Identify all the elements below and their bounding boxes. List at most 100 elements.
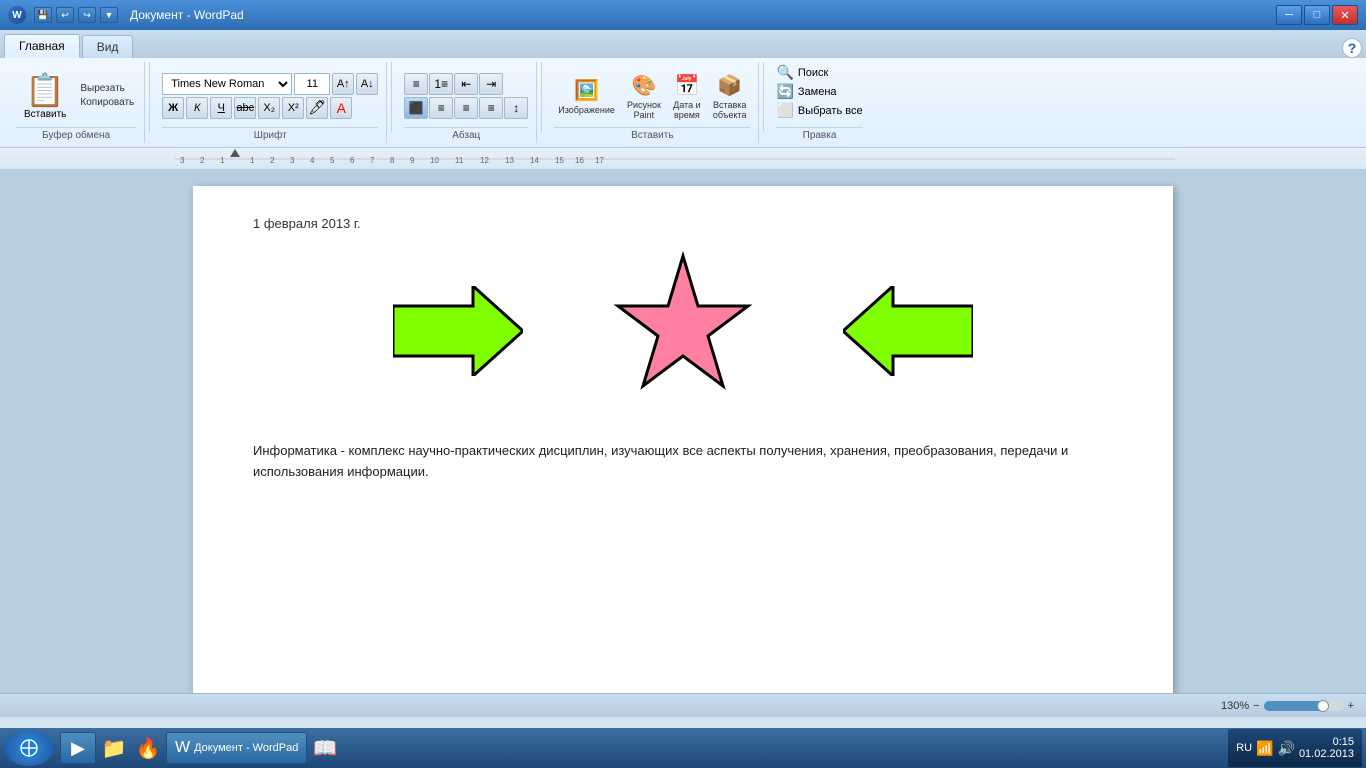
quick-access-undo[interactable]: ↩: [56, 7, 74, 23]
find-button[interactable]: 🔍 Поиск: [776, 64, 828, 81]
title-bar: W 💾 ↩ ↪ ▼ Документ - WordPad ─ □ ✕: [0, 0, 1366, 30]
system-tray: RU 📶 🔊 0:15 01.02.2013: [1228, 729, 1362, 767]
quick-access-redo[interactable]: ↪: [78, 7, 96, 23]
quick-access-dropdown[interactable]: ▼: [100, 7, 118, 23]
svg-text:16: 16: [575, 156, 584, 165]
edit-label: Правка: [776, 127, 862, 141]
window-controls: ─ □ ✕: [1276, 5, 1358, 25]
ruler-svg: 3 2 1 1 2 3 4 5 6 7 8 9 10 11 12 13 14 1…: [175, 149, 1175, 169]
document-area: 1 февраля 2013 г. Информатика - комплекс…: [0, 170, 1366, 693]
taskbar-folder-icon[interactable]: 📁: [98, 732, 130, 764]
paragraph-controls: ≡ 1≡ ⇤ ⇥ ⬛ ≡ ≡ ≡ ↕: [404, 64, 528, 127]
underline-button[interactable]: Ч: [210, 97, 232, 119]
ruler: 3 2 1 1 2 3 4 5 6 7 8 9 10 11 12 13 14 1…: [0, 148, 1366, 170]
close-button[interactable]: ✕: [1332, 5, 1358, 25]
tray-clock: 0:15 01.02.2013: [1299, 736, 1354, 760]
taskbar-mozilla-icon[interactable]: 🔥: [132, 732, 164, 764]
font-size-increase[interactable]: A↑: [332, 73, 354, 95]
sep2: [391, 62, 392, 132]
svg-text:3: 3: [290, 156, 295, 165]
taskbar-wordpad-button[interactable]: W Документ - WordPad: [166, 732, 307, 764]
ribbon-content: 📋 Вставить Вырезать Копировать Буфер обм…: [0, 58, 1366, 148]
para-row-2: ⬛ ≡ ≡ ≡ ↕: [404, 97, 528, 119]
paste-button[interactable]: 📋 Вставить: [16, 67, 74, 124]
insert-label: Вставить: [554, 127, 750, 141]
indent-decrease-button[interactable]: ⇤: [454, 73, 478, 95]
svg-text:6: 6: [350, 156, 355, 165]
network-icon: 📶: [1256, 740, 1273, 757]
sep4: [763, 62, 764, 132]
svg-text:8: 8: [390, 156, 395, 165]
superscript-button[interactable]: Х²: [282, 97, 304, 119]
italic-button[interactable]: К: [186, 97, 208, 119]
svg-text:15: 15: [555, 156, 564, 165]
taskbar-reader-icon[interactable]: 📖: [309, 732, 341, 764]
clipboard-content: 📋 Вставить Вырезать Копировать: [16, 64, 136, 127]
svg-text:1: 1: [250, 156, 255, 165]
windows-logo: [15, 734, 43, 762]
list-bullet-button[interactable]: ≡: [404, 73, 428, 95]
svg-text:4: 4: [310, 156, 315, 165]
font-color-button[interactable]: A: [330, 97, 352, 119]
zoom-in-button[interactable]: +: [1348, 700, 1354, 712]
start-button[interactable]: [4, 730, 54, 766]
tab-home[interactable]: Главная: [4, 34, 80, 58]
svg-text:7: 7: [370, 156, 375, 165]
clipboard-secondary: Вырезать Копировать: [78, 82, 136, 109]
arrow-left-shape: [843, 286, 973, 376]
align-center-button[interactable]: ≡: [429, 97, 453, 119]
taskbar-media-button[interactable]: ▶: [60, 732, 96, 764]
zoom-out-button[interactable]: −: [1253, 700, 1259, 712]
font-size-input[interactable]: [294, 73, 330, 95]
sep3: [541, 62, 542, 132]
para-inner: ≡ 1≡ ⇤ ⇥ ⬛ ≡ ≡ ≡ ↕: [404, 73, 528, 119]
indent-increase-button[interactable]: ⇥: [479, 73, 503, 95]
quick-access-save[interactable]: 💾: [34, 7, 52, 23]
tab-view[interactable]: Вид: [82, 35, 134, 58]
strikethrough-button[interactable]: abc: [234, 97, 256, 119]
svg-text:17: 17: [595, 156, 604, 165]
edit-content: 🔍 Поиск 🔄 Замена ⬜ Выбрать все: [776, 64, 862, 127]
font-controls-inner: Times New Roman A↑ A↓ Ж К Ч abc Х₂ Х² 🖊 …: [162, 73, 378, 119]
shapes-area: [253, 251, 1113, 411]
page-date: 1 февраля 2013 г.: [253, 216, 1113, 231]
svg-text:3: 3: [180, 156, 185, 165]
clipboard-group: 📋 Вставить Вырезать Копировать Буфер обм…: [8, 62, 145, 143]
replace-button[interactable]: 🔄 Замена: [776, 83, 836, 100]
insert-object-button[interactable]: 📦 Вставкаобъекта: [709, 70, 751, 122]
bold-button[interactable]: Ж: [162, 97, 184, 119]
edit-group: 🔍 Поиск 🔄 Замена ⬜ Выбрать все Правка: [768, 62, 870, 143]
subscript-button[interactable]: Х₂: [258, 97, 280, 119]
insert-datetime-button[interactable]: 📅 Дата ивремя: [669, 70, 705, 122]
align-justify-button[interactable]: ≡: [479, 97, 503, 119]
svg-text:9: 9: [410, 156, 415, 165]
select-all-button[interactable]: ⬜ Выбрать все: [776, 102, 862, 119]
zoom-thumb[interactable]: [1317, 700, 1329, 712]
svg-text:5: 5: [330, 156, 335, 165]
font-row-2: Ж К Ч abc Х₂ Х² 🖊 A: [162, 97, 378, 119]
minimize-button[interactable]: ─: [1276, 5, 1302, 25]
font-size-decrease[interactable]: A↓: [356, 73, 378, 95]
zoom-slider[interactable]: [1264, 701, 1344, 711]
svg-text:11: 11: [455, 156, 464, 165]
align-left-button[interactable]: ⬛: [404, 97, 428, 119]
insert-paint-button[interactable]: 🎨 РисунокPaint: [623, 70, 665, 122]
title-bar-left: W 💾 ↩ ↪ ▼ Документ - WordPad: [8, 6, 244, 24]
window-title: Документ - WordPad: [130, 8, 244, 22]
copy-button[interactable]: Копировать: [78, 96, 136, 109]
help-button[interactable]: ?: [1342, 38, 1362, 58]
font-name-select[interactable]: Times New Roman: [162, 73, 292, 95]
zoom-control: 130% − +: [1221, 700, 1354, 712]
font-row-1: Times New Roman A↑ A↓: [162, 73, 378, 95]
line-spacing-button[interactable]: ↕: [504, 97, 528, 119]
cut-button[interactable]: Вырезать: [78, 82, 136, 95]
insert-image-button[interactable]: 🖼️ Изображение: [554, 75, 619, 117]
align-right-button[interactable]: ≡: [454, 97, 478, 119]
paragraph-group: ≡ 1≡ ⇤ ⇥ ⬛ ≡ ≡ ≡ ↕ Абзац: [396, 62, 537, 143]
taskbar: ▶ 📁 🔥 W Документ - WordPad 📖 RU 📶 🔊 0:15…: [0, 728, 1366, 768]
list-number-button[interactable]: 1≡: [429, 73, 453, 95]
page: 1 февраля 2013 г. Информатика - комплекс…: [193, 186, 1173, 693]
maximize-button[interactable]: □: [1304, 5, 1330, 25]
insert-group: 🖼️ Изображение 🎨 РисунокPaint 📅 Дата ивр…: [546, 62, 759, 143]
highlight-button[interactable]: 🖊: [306, 97, 328, 119]
